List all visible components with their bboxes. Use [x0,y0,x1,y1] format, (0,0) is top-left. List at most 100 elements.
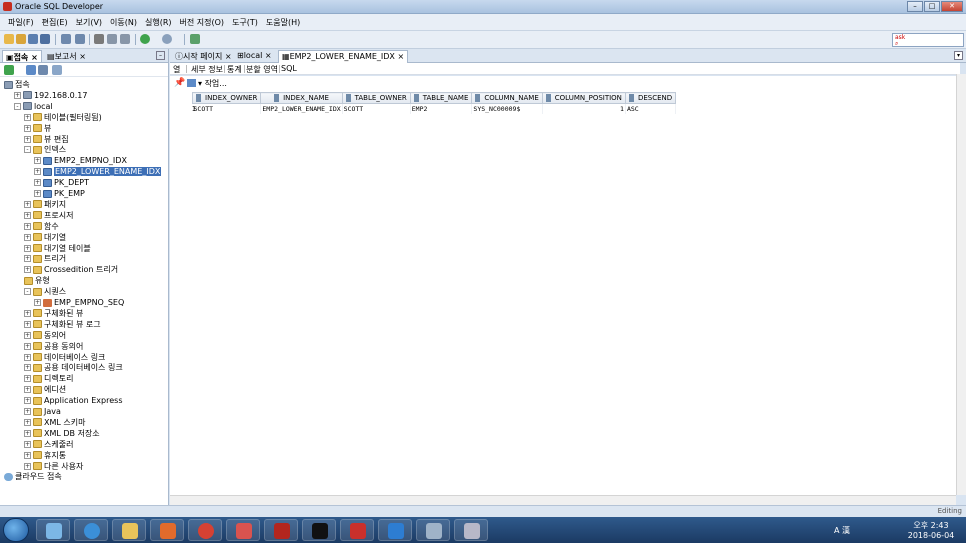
tab-connections[interactable]: ▣접속 × [2,50,42,62]
tree-node[interactable]: + 구체화된 뷰 [24,308,83,319]
table-row[interactable]: SCOTT EMP2_LOWER_ENAME_IDX SCOTT EMP2 SYS_NC… [192,103,677,114]
taskbar-media-player[interactable] [150,519,184,541]
expand-icon[interactable]: + [24,418,31,426]
table-cell[interactable]: SCOTT [342,103,411,114]
tree-node[interactable]: + 공용 데이터베이스 링크 [24,362,123,373]
expand-icon[interactable]: + [24,222,31,230]
expand-icon[interactable]: + [24,353,31,361]
schema-browser-icon[interactable] [52,65,62,75]
search-input[interactable]: ask ⌕ [892,33,964,47]
subtab-partitions[interactable]: 분할 영역 [246,64,278,75]
expand-icon[interactable]: + [24,386,31,394]
tab-list-dropdown[interactable]: ▾ [954,51,963,60]
expand-icon[interactable]: + [24,211,31,219]
expand-icon[interactable]: + [24,233,31,241]
maximize-button[interactable]: □ [924,1,940,12]
tree-node[interactable]: + 테이블(필터링됨) [24,112,102,123]
table-cell[interactable]: SCOTT [192,103,262,114]
table-cell[interactable]: EMP2 [410,103,473,114]
refresh-icon[interactable] [187,79,196,87]
taskbar-folder[interactable] [112,519,146,541]
tree-node[interactable]: + 대기열 [24,232,66,243]
taskbar-app-gray[interactable] [454,519,488,541]
expand-icon[interactable]: + [34,157,41,165]
tree-node[interactable]: + 에디션 [24,384,66,395]
subtab-sql[interactable]: SQL [281,64,297,73]
forward-icon[interactable] [162,34,172,44]
column-header[interactable]: TABLE_OWNER [341,92,411,104]
expand-icon[interactable]: + [24,200,31,208]
tab-reports[interactable]: ▤보고서 × [44,50,89,62]
collapse-icon[interactable]: - [14,102,21,110]
expand-icon[interactable]: + [24,462,31,470]
column-header[interactable]: COLUMN_NAME [471,92,543,104]
tree-node[interactable]: + 디렉토리 [24,373,73,384]
tree-node[interactable]: + 프로시저 [24,210,73,221]
tree-node[interactable]: + 트리거 [24,253,66,264]
minimize-panel-button[interactable]: – [156,51,165,60]
cut-icon[interactable] [94,34,104,44]
expand-icon[interactable]: + [24,113,31,121]
tree-node[interactable]: +192.168.0.17 [14,90,87,101]
column-header[interactable]: INDEX_OWNER [191,92,262,104]
undo-icon[interactable] [61,34,71,44]
expand-icon[interactable]: + [24,440,31,448]
collapse-icon[interactable]: - [24,288,31,296]
tree-node[interactable]: + 다른 사용자 [24,461,83,472]
pin-icon[interactable]: 📌 [174,78,185,88]
menu-tools[interactable]: 도구(T) [228,14,262,30]
menu-view[interactable]: 보기(V) [72,14,106,30]
tree-node[interactable]: 유형 [24,275,50,286]
tree-node[interactable]: + Application Express [24,395,122,406]
collapse-icon[interactable]: - [24,146,31,154]
column-header[interactable]: COLUMN_POSITION [541,92,626,104]
taskbar-chrome[interactable] [188,519,222,541]
tree-node[interactable]: 클라우드 접속 [4,471,62,482]
taskbar-explorer[interactable] [36,519,70,541]
menu-file[interactable]: 파일(F) [4,14,38,30]
taskbar-cmd[interactable] [302,519,336,541]
subtab-statistics[interactable]: 통계 [227,64,242,75]
table-cell[interactable]: SYS_NC00009$ [471,103,543,114]
taskbar-acrobat[interactable] [264,519,298,541]
expand-icon[interactable]: + [24,124,31,132]
expand-icon[interactable]: + [24,364,31,372]
tree-node[interactable]: + Crossedition 트리거 [24,264,118,275]
tree-node[interactable]: + Java [24,406,61,417]
tree-node[interactable]: 접속 [4,79,30,90]
tree-node[interactable]: - 인덱스 [24,144,66,155]
tab-local[interactable]: ⊞local × [234,50,275,63]
menu-help[interactable]: 도움말(H) [262,14,304,30]
tree-node[interactable]: + 동의어 [24,330,66,341]
save-icon[interactable] [28,34,38,44]
horizontal-scrollbar[interactable] [170,495,956,505]
expand-icon[interactable]: + [24,255,31,263]
column-header[interactable]: TABLE_NAME [409,92,473,104]
close-button[interactable]: ✕ [941,1,963,12]
vertical-scrollbar[interactable] [956,74,966,495]
filter-icon[interactable] [38,65,48,75]
expand-icon[interactable]: + [24,320,31,328]
expand-icon[interactable]: + [34,179,41,187]
paste-icon[interactable] [120,34,130,44]
tree-node[interactable]: + XML DB 저장소 [24,428,100,439]
tab-emp2-lower-ename-idx[interactable]: ▦EMP2_LOWER_ENAME_IDX × [278,50,409,63]
start-button[interactable] [3,518,29,542]
expand-icon[interactable]: + [24,408,31,415]
table-cell[interactable]: 1 [542,103,626,114]
taskbar-filezilla[interactable] [340,519,374,541]
db-users-icon[interactable] [190,34,200,44]
tree-node[interactable]: + 휴지통 [24,450,66,461]
menu-versioning[interactable]: 버전 지정(O) [176,14,229,30]
tree-node[interactable]: + EMP_EMPNO_SEQ [34,297,124,308]
copy-icon[interactable] [107,34,117,44]
subtab-details[interactable]: 세부 정보 [191,64,223,75]
expand-icon[interactable]: + [24,309,31,317]
menu-edit[interactable]: 편집(E) [38,14,72,30]
tree-node[interactable]: + 패키지 [24,199,66,210]
expand-icon[interactable]: + [34,168,41,176]
tree-node[interactable]: + 구체화된 뷰 로그 [24,319,101,330]
tree-node[interactable]: + 데이터베이스 링크 [24,352,105,363]
tree-node[interactable]: + 함수 [24,221,59,232]
expand-icon[interactable]: + [34,190,41,197]
